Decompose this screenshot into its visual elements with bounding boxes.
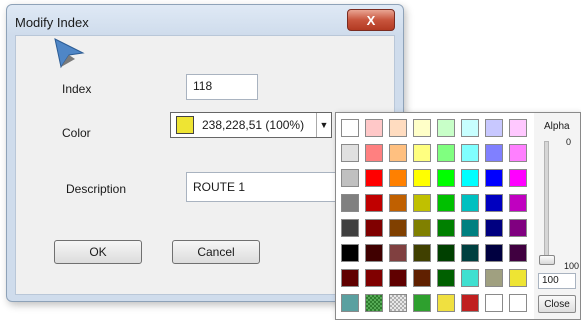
palette-color-cell[interactable] <box>341 119 359 137</box>
palette-color-cell[interactable] <box>485 144 503 162</box>
palette-color-cell[interactable] <box>365 244 383 262</box>
chevron-down-icon[interactable]: ▼ <box>316 113 331 137</box>
palette-color-cell[interactable] <box>389 269 407 287</box>
palette-color-cell[interactable] <box>365 194 383 212</box>
palette-color-cell[interactable] <box>341 269 359 287</box>
palette-color-cell[interactable] <box>485 219 503 237</box>
palette-color-cell[interactable] <box>485 294 503 312</box>
palette-color-cell[interactable] <box>461 244 479 262</box>
palette-color-cell[interactable] <box>509 244 527 262</box>
mouse-pointer-icon <box>54 38 85 69</box>
palette-color-cell[interactable] <box>485 269 503 287</box>
palette-color-cell[interactable] <box>437 219 455 237</box>
close-icon: X <box>366 12 376 28</box>
palette-color-cell[interactable] <box>509 219 527 237</box>
palette-color-cell[interactable] <box>341 219 359 237</box>
palette-color-cell[interactable] <box>461 144 479 162</box>
palette-color-cell[interactable] <box>413 244 431 262</box>
palette-color-cell[interactable] <box>461 169 479 187</box>
alpha-panel: Alpha 0 100 100 Close <box>534 113 580 319</box>
color-label: Color <box>62 126 91 140</box>
palette-color-cell[interactable] <box>413 119 431 137</box>
palette-color-cell[interactable] <box>365 169 383 187</box>
dialog-title: Modify Index <box>15 15 89 30</box>
palette-color-cell[interactable] <box>461 219 479 237</box>
palette-color-cell[interactable] <box>365 294 383 312</box>
alpha-min-label: 100 <box>564 261 580 271</box>
palette-color-cell[interactable] <box>389 244 407 262</box>
palette-color-cell[interactable] <box>437 194 455 212</box>
palette-color-cell[interactable] <box>509 169 527 187</box>
palette-color-cell[interactable] <box>509 294 527 312</box>
palette-color-cell[interactable] <box>341 294 359 312</box>
palette-color-cell[interactable] <box>437 169 455 187</box>
palette-color-cell[interactable] <box>461 119 479 137</box>
palette-color-cell[interactable] <box>341 144 359 162</box>
palette-color-cell[interactable] <box>461 194 479 212</box>
palette-color-cell[interactable] <box>509 144 527 162</box>
index-field[interactable]: 118 <box>186 74 258 100</box>
palette-color-cell[interactable] <box>413 269 431 287</box>
palette-close-button[interactable]: Close <box>538 295 576 313</box>
palette-color-cell[interactable] <box>509 194 527 212</box>
palette-color-cell[interactable] <box>509 269 527 287</box>
palette-color-cell[interactable] <box>437 244 455 262</box>
palette-color-cell[interactable] <box>341 169 359 187</box>
palette-color-cell[interactable] <box>389 144 407 162</box>
palette-color-cell[interactable] <box>413 219 431 237</box>
alpha-input[interactable]: 100 <box>538 273 576 289</box>
alpha-label: Alpha <box>544 121 570 132</box>
palette-color-cell[interactable] <box>461 294 479 312</box>
cancel-button[interactable]: Cancel <box>172 240 260 264</box>
palette-color-cell[interactable] <box>365 144 383 162</box>
palette-color-cell[interactable] <box>389 294 407 312</box>
palette-color-cell[interactable] <box>437 119 455 137</box>
description-label: Description <box>66 182 127 196</box>
palette-color-cell[interactable] <box>413 194 431 212</box>
palette-color-cell[interactable] <box>365 119 383 137</box>
palette-color-cell[interactable] <box>389 194 407 212</box>
palette-color-cell[interactable] <box>461 269 479 287</box>
palette-color-cell[interactable] <box>509 119 527 137</box>
palette-color-cell[interactable] <box>413 144 431 162</box>
alpha-slider-track[interactable] <box>544 141 549 261</box>
palette-color-cell[interactable] <box>341 194 359 212</box>
palette-color-cell[interactable] <box>485 244 503 262</box>
ok-button[interactable]: OK <box>54 240 142 264</box>
color-swatch <box>176 116 194 134</box>
index-label: Index <box>62 82 92 96</box>
color-value: 238,228,51 (100%) <box>202 118 305 132</box>
color-dropdown[interactable]: 238,228,51 (100%) ▼ <box>170 112 332 138</box>
palette-color-cell[interactable] <box>389 169 407 187</box>
close-button[interactable]: X <box>347 9 395 31</box>
palette-color-cell[interactable] <box>437 269 455 287</box>
color-palette-popup: Alpha 0 100 100 Close <box>335 112 581 320</box>
palette-color-cell[interactable] <box>365 219 383 237</box>
palette-color-cell[interactable] <box>389 119 407 137</box>
alpha-slider-thumb[interactable] <box>539 255 555 265</box>
palette-color-cell[interactable] <box>413 294 431 312</box>
color-grid <box>336 113 535 319</box>
palette-color-cell[interactable] <box>485 119 503 137</box>
palette-color-cell[interactable] <box>485 194 503 212</box>
palette-color-cell[interactable] <box>365 269 383 287</box>
palette-color-cell[interactable] <box>437 144 455 162</box>
palette-color-cell[interactable] <box>485 169 503 187</box>
palette-color-cell[interactable] <box>389 219 407 237</box>
palette-color-cell[interactable] <box>437 294 455 312</box>
palette-color-cell[interactable] <box>341 244 359 262</box>
alpha-max-label: 0 <box>566 137 572 147</box>
palette-color-cell[interactable] <box>413 169 431 187</box>
